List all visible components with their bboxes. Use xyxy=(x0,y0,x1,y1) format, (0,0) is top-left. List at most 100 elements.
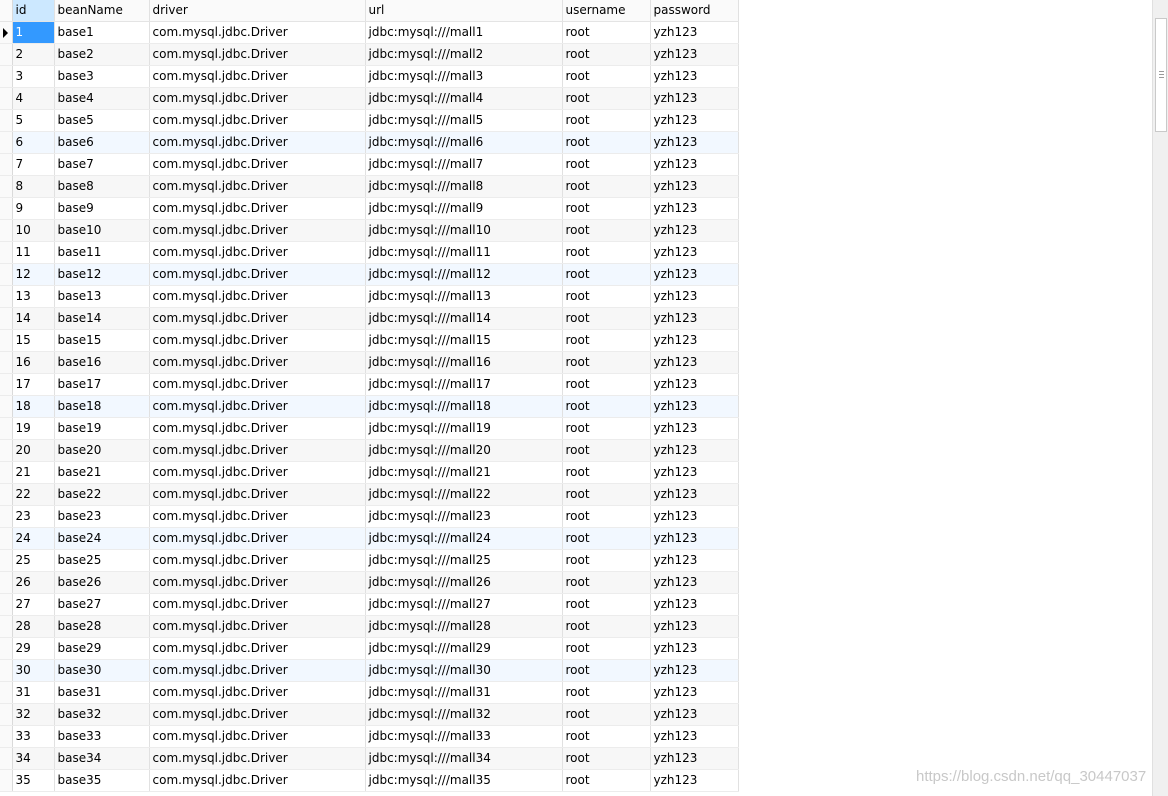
url-cell[interactable]: jdbc:mysql:///mall6 xyxy=(365,131,563,154)
beanname-cell[interactable]: base33 xyxy=(54,725,150,748)
password-cell[interactable]: yzh123 xyxy=(650,241,739,264)
password-cell[interactable]: yzh123 xyxy=(650,637,739,660)
username-cell[interactable]: root xyxy=(562,175,651,198)
id-cell[interactable]: 33 xyxy=(12,725,55,748)
username-cell[interactable]: root xyxy=(562,637,651,660)
row-indicator[interactable] xyxy=(0,549,13,572)
table-row[interactable]: 35 base35 com.mysql.jdbc.Driver jdbc:mysql:… xyxy=(0,769,739,792)
username-cell[interactable]: root xyxy=(562,263,651,286)
beanname-cell[interactable]: base12 xyxy=(54,263,150,286)
driver-cell[interactable]: com.mysql.jdbc.Driver xyxy=(149,593,366,616)
scrollbar-thumb[interactable] xyxy=(1155,18,1167,132)
password-cell[interactable]: yzh123 xyxy=(650,373,739,396)
username-cell[interactable]: root xyxy=(562,65,651,88)
table-row[interactable]: 12 base12 com.mysql.jdbc.Driver jdbc:mysql:… xyxy=(0,263,739,286)
row-indicator[interactable] xyxy=(0,395,13,418)
url-cell[interactable]: jdbc:mysql:///mall31 xyxy=(365,681,563,704)
username-cell[interactable]: root xyxy=(562,241,651,264)
username-cell[interactable]: root xyxy=(562,219,651,242)
row-indicator[interactable] xyxy=(0,351,13,374)
beanname-cell[interactable]: base6 xyxy=(54,131,150,154)
row-indicator[interactable] xyxy=(0,329,13,352)
table-row[interactable]: 16 base16 com.mysql.jdbc.Driver jdbc:mysql:… xyxy=(0,351,739,374)
username-cell[interactable]: root xyxy=(562,351,651,374)
row-indicator[interactable] xyxy=(0,747,13,770)
id-cell[interactable]: 31 xyxy=(12,681,55,704)
row-indicator[interactable] xyxy=(0,263,13,286)
url-cell[interactable]: jdbc:mysql:///mall8 xyxy=(365,175,563,198)
username-cell[interactable]: root xyxy=(562,21,651,44)
driver-cell[interactable]: com.mysql.jdbc.Driver xyxy=(149,461,366,484)
driver-cell[interactable]: com.mysql.jdbc.Driver xyxy=(149,527,366,550)
driver-cell[interactable]: com.mysql.jdbc.Driver xyxy=(149,131,366,154)
table-row[interactable]: 14 base14 com.mysql.jdbc.Driver jdbc:mysql:… xyxy=(0,307,739,330)
driver-cell[interactable]: com.mysql.jdbc.Driver xyxy=(149,87,366,110)
table-row[interactable]: 34 base34 com.mysql.jdbc.Driver jdbc:mysql:… xyxy=(0,747,739,770)
driver-cell[interactable]: com.mysql.jdbc.Driver xyxy=(149,109,366,132)
beanname-cell[interactable]: base4 xyxy=(54,87,150,110)
url-cell[interactable]: jdbc:mysql:///mall14 xyxy=(365,307,563,330)
row-indicator[interactable] xyxy=(0,21,13,44)
driver-cell[interactable]: com.mysql.jdbc.Driver xyxy=(149,571,366,594)
beanname-cell[interactable]: base26 xyxy=(54,571,150,594)
id-cell[interactable]: 16 xyxy=(12,351,55,374)
username-cell[interactable]: root xyxy=(562,769,651,792)
beanname-cell[interactable]: base14 xyxy=(54,307,150,330)
driver-cell[interactable]: com.mysql.jdbc.Driver xyxy=(149,307,366,330)
password-cell[interactable]: yzh123 xyxy=(650,153,739,176)
password-cell[interactable]: yzh123 xyxy=(650,527,739,550)
username-cell[interactable]: root xyxy=(562,197,651,220)
row-indicator[interactable] xyxy=(0,571,13,594)
beanname-cell[interactable]: base29 xyxy=(54,637,150,660)
beanname-cell[interactable]: base20 xyxy=(54,439,150,462)
url-cell[interactable]: jdbc:mysql:///mall25 xyxy=(365,549,563,572)
id-cell[interactable]: 29 xyxy=(12,637,55,660)
password-cell[interactable]: yzh123 xyxy=(650,131,739,154)
table-row[interactable]: 5 base5 com.mysql.jdbc.Driver jdbc:mysql://… xyxy=(0,109,739,132)
driver-cell[interactable]: com.mysql.jdbc.Driver xyxy=(149,175,366,198)
password-cell[interactable]: yzh123 xyxy=(650,681,739,704)
url-cell[interactable]: jdbc:mysql:///mall27 xyxy=(365,593,563,616)
beanname-cell[interactable]: base15 xyxy=(54,329,150,352)
username-cell[interactable]: root xyxy=(562,109,651,132)
table-row[interactable]: 9 base9 com.mysql.jdbc.Driver jdbc:mysql://… xyxy=(0,197,739,220)
beanname-cell[interactable]: base24 xyxy=(54,527,150,550)
password-cell[interactable]: yzh123 xyxy=(650,593,739,616)
driver-cell[interactable]: com.mysql.jdbc.Driver xyxy=(149,417,366,440)
username-cell[interactable]: root xyxy=(562,483,651,506)
row-indicator[interactable] xyxy=(0,461,13,484)
table-row[interactable]: 3 base3 com.mysql.jdbc.Driver jdbc:mysql://… xyxy=(0,65,739,88)
id-cell[interactable]: 30 xyxy=(12,659,55,682)
url-cell[interactable]: jdbc:mysql:///mall30 xyxy=(365,659,563,682)
id-cell[interactable]: 24 xyxy=(12,527,55,550)
row-indicator[interactable] xyxy=(0,703,13,726)
beanname-cell[interactable]: base11 xyxy=(54,241,150,264)
table-row[interactable]: 15 base15 com.mysql.jdbc.Driver jdbc:mysql:… xyxy=(0,329,739,352)
row-indicator[interactable] xyxy=(0,43,13,66)
url-cell[interactable]: jdbc:mysql:///mall28 xyxy=(365,615,563,638)
table-row[interactable]: 30 base30 com.mysql.jdbc.Driver jdbc:mysql:… xyxy=(0,659,739,682)
table-row[interactable]: 4 base4 com.mysql.jdbc.Driver jdbc:mysql://… xyxy=(0,87,739,110)
row-indicator[interactable] xyxy=(0,417,13,440)
row-indicator[interactable] xyxy=(0,769,13,792)
row-indicator[interactable] xyxy=(0,197,13,220)
beanname-cell[interactable]: base31 xyxy=(54,681,150,704)
password-cell[interactable]: yzh123 xyxy=(650,65,739,88)
password-cell[interactable]: yzh123 xyxy=(650,549,739,572)
id-cell[interactable]: 4 xyxy=(12,87,55,110)
beanname-cell[interactable]: base35 xyxy=(54,769,150,792)
url-cell[interactable]: jdbc:mysql:///mall29 xyxy=(365,637,563,660)
url-cell[interactable]: jdbc:mysql:///mall20 xyxy=(365,439,563,462)
table-row[interactable]: 28 base28 com.mysql.jdbc.Driver jdbc:mysql:… xyxy=(0,615,739,638)
row-indicator[interactable] xyxy=(0,241,13,264)
beanname-cell[interactable]: base7 xyxy=(54,153,150,176)
password-cell[interactable]: yzh123 xyxy=(650,615,739,638)
beanname-cell[interactable]: base23 xyxy=(54,505,150,528)
url-cell[interactable]: jdbc:mysql:///mall35 xyxy=(365,769,563,792)
beanname-cell[interactable]: base2 xyxy=(54,43,150,66)
username-cell[interactable]: root xyxy=(562,43,651,66)
row-indicator[interactable] xyxy=(0,131,13,154)
row-indicator[interactable] xyxy=(0,373,13,396)
username-cell[interactable]: root xyxy=(562,131,651,154)
url-cell[interactable]: jdbc:mysql:///mall1 xyxy=(365,21,563,44)
